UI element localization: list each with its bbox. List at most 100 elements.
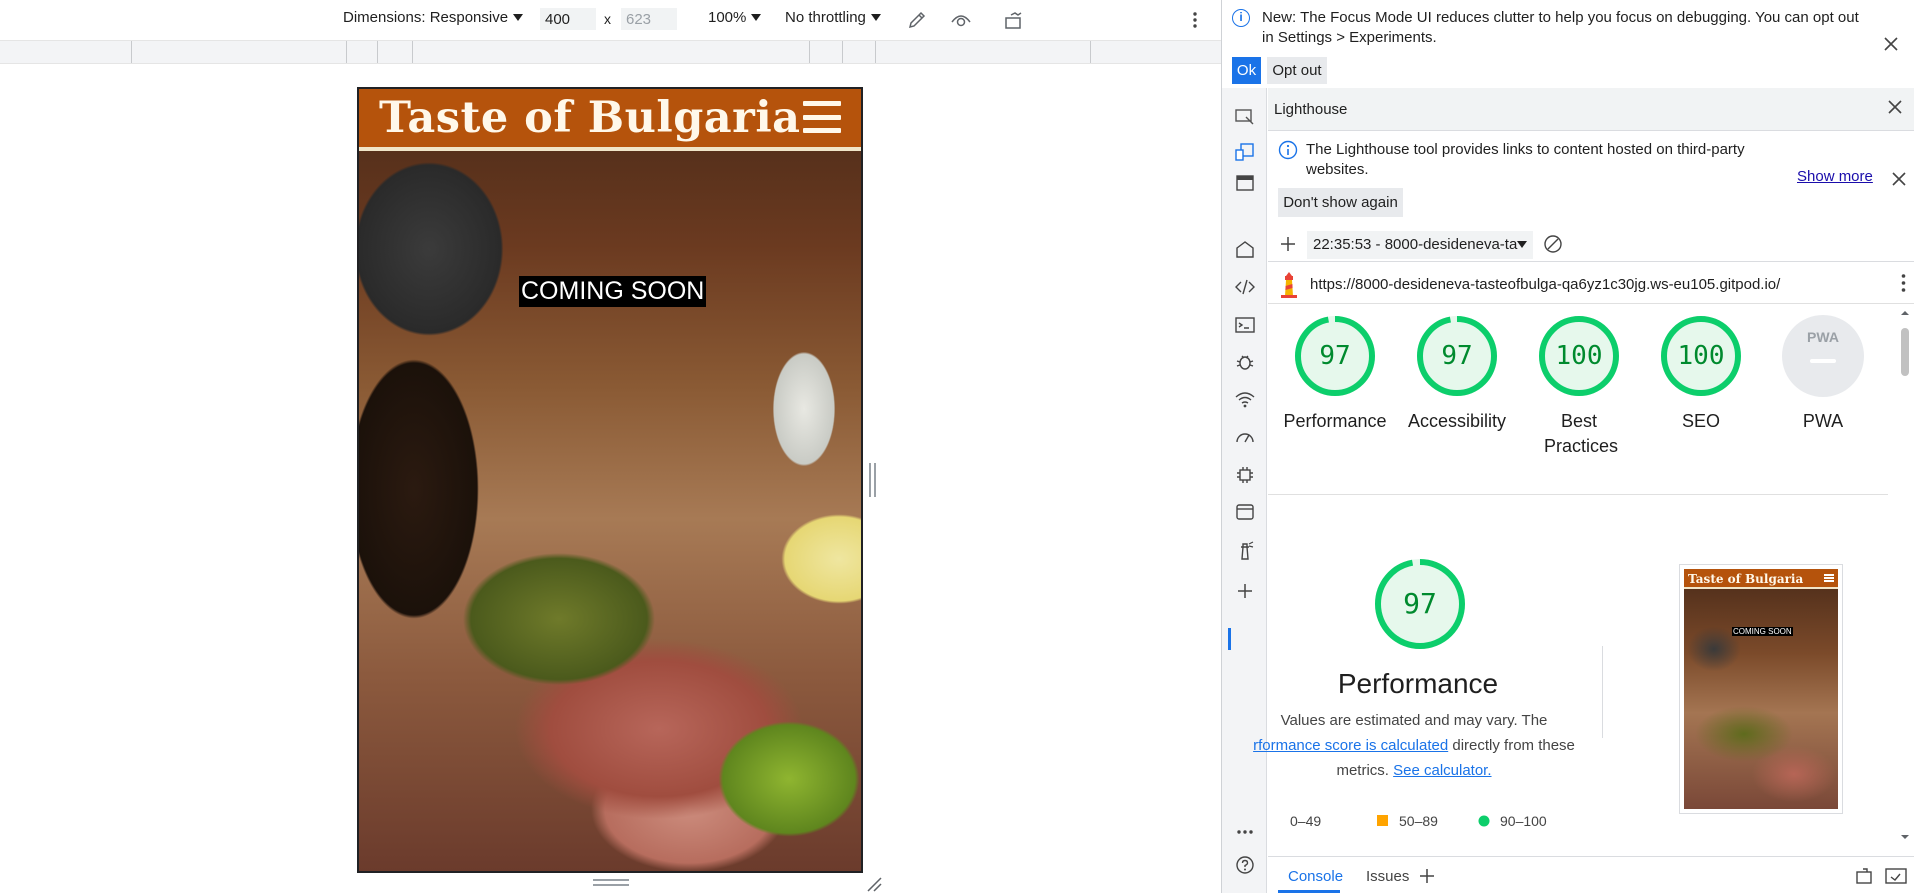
throttling-dropdown[interactable]: No throttling xyxy=(785,9,881,26)
gauge-ring: 100 xyxy=(1660,315,1742,397)
report-url[interactable]: https://8000-desideneva-tasteofbulga-qa6… xyxy=(1310,276,1780,293)
device-toolbar-icon[interactable] xyxy=(1234,141,1256,163)
vision-deficiency-icon[interactable] xyxy=(950,9,972,31)
inspect-element-icon[interactable] xyxy=(1234,106,1256,128)
ruler-tick xyxy=(346,41,347,63)
panel-title: Lighthouse xyxy=(1274,101,1348,118)
scrollbar-thumb[interactable] xyxy=(1901,328,1909,376)
new-report-plus-icon[interactable] xyxy=(1278,234,1298,254)
lighthouse-logo-icon xyxy=(1279,270,1299,298)
report-select-label: 22:35:53 - 8000-desideneva-ta xyxy=(1313,236,1518,253)
site-title[interactable]: Taste of Bulgaria xyxy=(379,93,801,143)
clear-block-icon[interactable] xyxy=(1543,234,1563,254)
home-icon[interactable] xyxy=(1234,238,1256,260)
report-select-dropdown[interactable]: 22:35:53 - 8000-desideneva-ta xyxy=(1307,231,1533,259)
close-icon[interactable] xyxy=(1886,98,1904,116)
gauge-label: Accessibility xyxy=(1407,411,1507,431)
dont-show-again-button[interactable]: Don't show again xyxy=(1278,188,1403,217)
gauge-label: Performance xyxy=(1283,411,1387,431)
panel-header: Lighthouse xyxy=(1268,88,1914,131)
score-calculated-link[interactable]: rformance score is calculated xyxy=(1253,737,1448,754)
toggle-drawer-icon[interactable] xyxy=(1885,867,1907,885)
focus-mode-infobar: i New: The Focus Mode UI reduces clutter… xyxy=(1222,0,1914,88)
more-options-icon[interactable] xyxy=(1901,273,1906,293)
more-options-icon[interactable] xyxy=(1184,9,1206,31)
gauge-label: Best Practices xyxy=(1544,411,1619,456)
scroll-up-icon xyxy=(1901,311,1909,315)
tab-console[interactable]: Console xyxy=(1288,868,1343,885)
eyedropper-icon[interactable] xyxy=(906,9,928,31)
pwa-label: PWA xyxy=(1802,411,1844,431)
score-gauge-1[interactable]: 97 Accessibility xyxy=(1396,315,1518,434)
score-gauge-0[interactable]: 97 Performance xyxy=(1274,315,1396,434)
pwa-badge[interactable]: PWA PWA xyxy=(1762,315,1884,434)
lighthouse-panel: Lighthouse The Lighthouse tool provides … xyxy=(1253,88,1914,856)
add-panel-icon[interactable] xyxy=(1234,580,1256,602)
caret-down-icon xyxy=(1517,241,1527,248)
infobar-text: New: The Focus Mode UI reduces clutter t… xyxy=(1262,9,1859,46)
help-icon[interactable] xyxy=(1234,854,1256,876)
see-calculator-link[interactable]: See calculator. xyxy=(1393,762,1491,779)
lighthouse-icon[interactable] xyxy=(1234,540,1256,562)
resize-corner-icon[interactable] xyxy=(866,876,882,892)
network-wifi-icon[interactable] xyxy=(1234,389,1256,411)
caret-down-icon xyxy=(513,14,524,21)
opt-out-button[interactable]: Opt out xyxy=(1267,57,1327,84)
performance-gauge-icon[interactable] xyxy=(1234,426,1256,448)
resize-handle-right[interactable] xyxy=(869,463,876,497)
gauge-score-value: 100 xyxy=(1677,341,1725,371)
ruler-tick xyxy=(842,41,843,63)
info-icon xyxy=(1278,140,1298,165)
ruler-tick xyxy=(1090,41,1091,63)
memory-chip-icon[interactable] xyxy=(1234,464,1256,486)
score-gauge-2[interactable]: 100 Best Practices xyxy=(1518,315,1640,459)
caret-down-icon xyxy=(870,14,881,21)
console-icon[interactable] xyxy=(1234,314,1256,336)
drawer-tabbar: Console Issues xyxy=(1268,856,1914,893)
application-icon[interactable] xyxy=(1234,501,1256,523)
hamburger-menu-icon[interactable] xyxy=(803,101,841,133)
ruler-tick xyxy=(809,41,810,63)
ok-button[interactable]: Ok xyxy=(1232,57,1261,84)
elements-icon[interactable] xyxy=(1234,276,1256,298)
emulated-viewport: Taste of Bulgaria COMING SOON xyxy=(357,87,863,873)
panel-scrollbar[interactable] xyxy=(1896,308,1914,848)
pwa-badge-text: PWA xyxy=(1807,329,1839,345)
score-gauges-row: 97 Performance 97 Accessibility 100 Best Prac… xyxy=(1268,305,1888,495)
coming-soon-heading: COMING SOON xyxy=(519,276,707,307)
gauge-score-value: 97 xyxy=(1441,341,1473,371)
report-url-bar: https://8000-desideneva-tasteofbulga-qa6… xyxy=(1268,264,1914,304)
ruler-tick xyxy=(131,41,132,63)
gauge-ring: 97 xyxy=(1294,315,1376,397)
activity-bar xyxy=(1222,88,1267,893)
site-header: Taste of Bulgaria xyxy=(359,89,861,151)
ruler-tick xyxy=(377,41,378,63)
score-gauge-3[interactable]: 100 SEO xyxy=(1640,315,1762,434)
zoom-dropdown[interactable]: 100% xyxy=(708,9,762,26)
gauge-score-value: 97 xyxy=(1319,341,1351,371)
pwa-gauge: PWA xyxy=(1782,315,1864,397)
scroll-down-icon xyxy=(1901,835,1909,839)
devtools-panel: i New: The Focus Mode UI reduces clutter… xyxy=(1221,0,1914,893)
add-tab-icon[interactable] xyxy=(1418,867,1438,885)
more-tools-icon[interactable] xyxy=(1234,821,1256,843)
dock-drawer-icon[interactable] xyxy=(1855,867,1875,885)
ruler-tick xyxy=(412,41,413,63)
gauge-label: SEO xyxy=(1681,411,1720,431)
width-input[interactable] xyxy=(540,8,596,30)
dock-side-icon[interactable] xyxy=(1234,172,1256,194)
resize-handle-bottom[interactable] xyxy=(593,879,629,886)
height-input[interactable] xyxy=(621,8,677,30)
device-emulation-area: Dimensions: Responsive x 100% No throttl… xyxy=(0,0,1221,893)
hero-food-image xyxy=(359,89,861,871)
gauge-ring: 97 xyxy=(1416,315,1498,397)
sources-bug-icon[interactable] xyxy=(1234,351,1256,373)
close-icon[interactable] xyxy=(1890,170,1908,188)
gauge-score-value: 100 xyxy=(1555,341,1603,371)
rotate-device-icon[interactable] xyxy=(1003,9,1025,31)
show-more-link[interactable]: Show more xyxy=(1797,168,1873,185)
close-icon[interactable] xyxy=(1882,35,1900,53)
device-toolbar: Dimensions: Responsive x 100% No throttl… xyxy=(0,0,1221,40)
tab-issues[interactable]: Issues xyxy=(1366,868,1409,885)
dimensions-dropdown[interactable]: Dimensions: Responsive xyxy=(343,9,524,26)
